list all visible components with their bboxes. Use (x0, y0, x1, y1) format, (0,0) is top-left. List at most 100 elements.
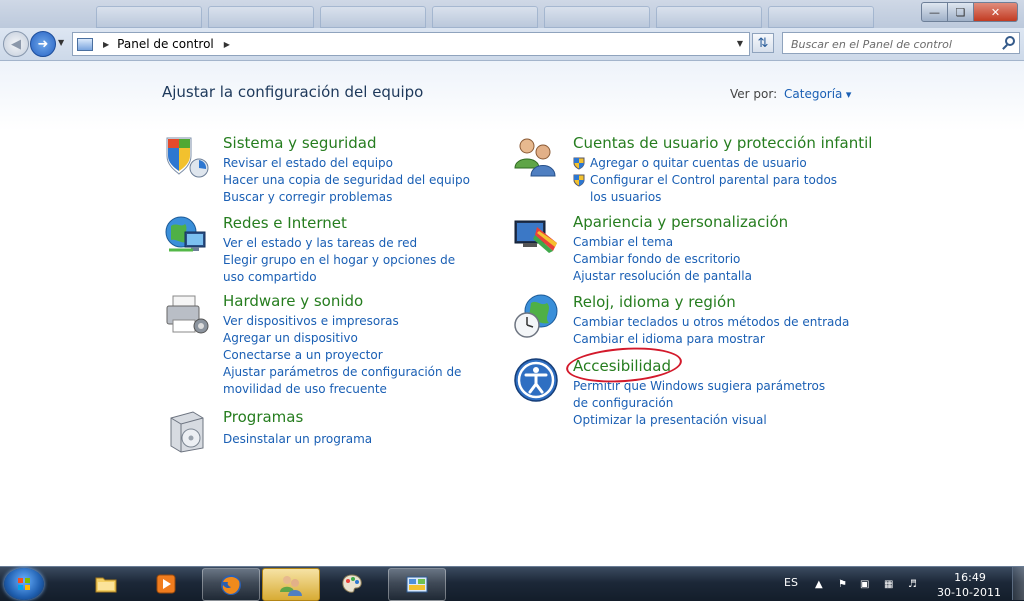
arrow-right-icon: ➜ (37, 36, 49, 52)
category-title[interactable]: Apariencia y personalización (573, 213, 788, 231)
category-title[interactable]: Hardware y sonido (223, 292, 363, 310)
link-label: Configurar el Control parental para todo… (590, 173, 838, 204)
control-panel-icon (77, 37, 93, 51)
background-windows (96, 6, 874, 28)
breadcrumb-control-panel[interactable]: Panel de control (117, 37, 214, 51)
taskbar-media-player[interactable] (138, 568, 194, 599)
background-tab (656, 6, 762, 28)
category-links: Cambiar teclados u otros métodos de entr… (573, 314, 849, 348)
link-connect-projector[interactable]: Conectarse a un proyector (223, 347, 508, 364)
uac-shield-icon (573, 174, 585, 187)
paint-palette-icon (342, 573, 362, 593)
link-change-theme[interactable]: Cambiar el tema (573, 234, 752, 251)
programs-box-icon (170, 411, 204, 453)
link-add-remove-accounts[interactable]: Agregar o quitar cuentas de usuario (573, 155, 855, 172)
category-links: Revisar el estado del equipo Hacer una c… (223, 155, 470, 206)
window-title-bar: — ❏ ✕ (0, 0, 1024, 28)
link-optimize-visual-display[interactable]: Optimizar la presentación visual (573, 412, 828, 429)
category-links: Permitir que Windows sugiera parámetros … (573, 378, 828, 429)
refresh-button[interactable]: ⇅ (752, 33, 774, 53)
volume-icon[interactable]: ♬ (908, 579, 920, 591)
clock-globe-icon (514, 294, 558, 338)
taskbar-firefox[interactable] (202, 568, 260, 601)
search-input[interactable] (789, 34, 993, 54)
chevron-right-icon[interactable]: ▶ (224, 40, 230, 49)
maximize-button[interactable]: ❏ (948, 2, 974, 22)
firefox-icon (221, 574, 241, 595)
address-dropdown-button[interactable]: ▼ (737, 39, 743, 48)
users-icon (514, 138, 556, 177)
media-player-icon (156, 574, 176, 593)
category-title[interactable]: Reloj, idioma y región (573, 293, 736, 311)
control-panel-icon (406, 576, 428, 592)
recent-pages-dropdown[interactable]: ▼ (58, 38, 64, 47)
uac-shield-icon (573, 157, 585, 170)
show-desktop-button[interactable] (1012, 567, 1024, 600)
close-button[interactable]: ✕ (974, 2, 1018, 22)
link-view-network-status[interactable]: Ver el estado y las tareas de red (223, 235, 463, 252)
arrow-left-icon: ◀ (11, 36, 21, 52)
refresh-icon: ⇅ (757, 35, 769, 51)
link-change-desktop-background[interactable]: Cambiar fondo de escritorio (573, 251, 752, 268)
category-links: Ver dispositivos e impresoras Agregar un… (223, 313, 508, 398)
taskbar-explorer[interactable] (78, 568, 134, 599)
link-add-device[interactable]: Agregar un dispositivo (223, 330, 508, 347)
start-button[interactable] (4, 568, 44, 600)
category-title[interactable]: Sistema y seguridad (223, 134, 376, 152)
category-title[interactable]: Redes e Internet (223, 214, 347, 232)
category-title[interactable]: Cuentas de usuario y protección infantil (573, 134, 872, 152)
search-icon[interactable] (1005, 36, 1015, 46)
forward-button[interactable]: ➜ (30, 31, 56, 57)
printer-icon (166, 295, 209, 334)
address-bar[interactable]: ▶ Panel de control ▶ ▼ (72, 32, 750, 56)
window-controls: — ❏ ✕ (921, 2, 1018, 22)
link-backup-computer[interactable]: Hacer una copia de seguridad del equipo (223, 172, 470, 189)
link-mobility-settings[interactable]: Ajustar parámetros de configuración de m… (223, 364, 508, 398)
control-panel-content: Ajustar la configuración del equipo Ver … (0, 61, 1024, 566)
category-title[interactable]: Programas (223, 408, 303, 426)
page-title: Ajustar la configuración del equipo (162, 83, 424, 101)
link-parental-controls[interactable]: Configurar el Control parental para todo… (573, 172, 855, 206)
background-tab (208, 6, 314, 28)
windows-logo-icon (18, 578, 30, 590)
minimize-button[interactable]: — (921, 2, 948, 22)
link-change-keyboards[interactable]: Cambiar teclados u otros métodos de entr… (573, 314, 849, 331)
show-hidden-icons-icon[interactable]: ▲ (815, 579, 827, 591)
taskbar-control-panel-users[interactable] (262, 568, 320, 601)
link-check-computer-status[interactable]: Revisar el estado del equipo (223, 155, 470, 172)
language-indicator[interactable]: ES (784, 576, 798, 589)
security-shield-icon (166, 137, 209, 178)
link-change-display-language[interactable]: Cambiar el idioma para mostrar (573, 331, 849, 348)
category-links: Cambiar el tema Cambiar fondo de escrito… (573, 234, 752, 285)
network-globe-icon (165, 216, 206, 252)
category-links: Desinstalar un programa (223, 431, 372, 448)
link-uninstall-program[interactable]: Desinstalar un programa (223, 431, 372, 448)
link-devices-printers[interactable]: Ver dispositivos e impresoras (223, 313, 508, 330)
view-by-dropdown[interactable]: Categoría (784, 87, 851, 101)
link-find-fix-problems[interactable]: Buscar y corregir problemas (223, 189, 470, 206)
taskbar-control-panel[interactable] (388, 568, 446, 601)
link-windows-suggest-settings[interactable]: Permitir que Windows sugiera parámetros … (573, 378, 828, 412)
chevron-right-icon[interactable]: ▶ (103, 40, 109, 49)
navigation-bar: ◀ ➜ ▼ ▶ Panel de control ▶ ▼ ⇅ (0, 28, 1024, 61)
folder-icon (95, 577, 117, 592)
accessibility-icon (514, 358, 558, 402)
search-box[interactable] (782, 32, 1020, 54)
link-homegroup-sharing[interactable]: Elegir grupo en el hogar y opciones de u… (223, 252, 463, 286)
category-links: Ver el estado y las tareas de red Elegir… (223, 235, 463, 286)
background-tab (768, 6, 874, 28)
network-signal-icon[interactable]: ▦ (884, 579, 896, 591)
background-tab (544, 6, 650, 28)
users-icon (280, 575, 302, 596)
background-tab (432, 6, 538, 28)
action-center-icon[interactable]: ⚑ (838, 579, 850, 591)
clock-date[interactable]: 30-10-2011 (934, 586, 1004, 599)
background-tab (320, 6, 426, 28)
back-button[interactable]: ◀ (3, 31, 29, 57)
safely-remove-hardware-icon[interactable]: ▣ (860, 579, 872, 591)
link-adjust-resolution[interactable]: Ajustar resolución de pantalla (573, 268, 752, 285)
link-label: Agregar o quitar cuentas de usuario (590, 156, 807, 170)
clock-time[interactable]: 16:49 (942, 571, 998, 584)
view-by-label: Ver por: (730, 87, 778, 101)
taskbar-paint[interactable] (324, 568, 380, 599)
